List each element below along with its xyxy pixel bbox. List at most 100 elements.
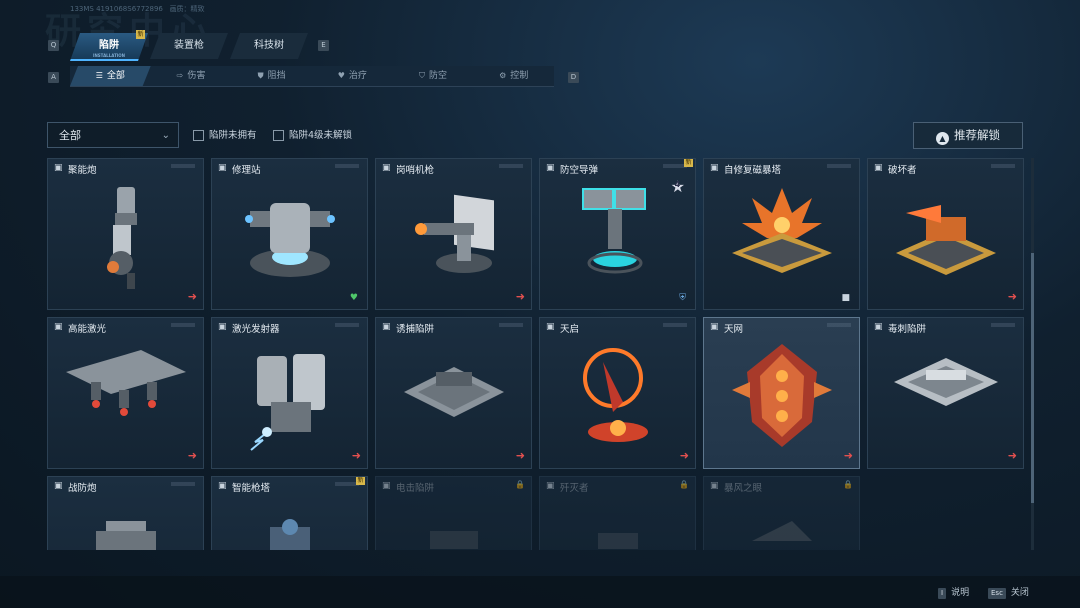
- trap-card[interactable]: ▣ 聚能炮 ➜: [47, 158, 204, 310]
- filter-control[interactable]: ⚙ 控制: [473, 66, 554, 86]
- cube-icon: ▣: [218, 163, 227, 173]
- filter-heal[interactable]: ♥ 治疗: [312, 66, 393, 86]
- trap-card[interactable]: ▣ 毒刺陷阱 ➜: [867, 317, 1024, 469]
- key-hint-e: E: [318, 40, 329, 51]
- trap-card[interactable]: ▣ 激光发射器 ➜: [211, 317, 368, 469]
- trap-grid: ▣ 聚能炮 ➜ ▣ 修理站 ♥ ▣ 岗哨机枪 ➜ ▣ 防空导弹新 ★ 4 ⛨ ▣ 自修复磁暴塔 ■ ▣ 破坏者 ➜ ▣ 高…: [47, 158, 1025, 550]
- cube-icon: ▣: [710, 322, 719, 332]
- arrow-icon: ➜: [515, 290, 525, 303]
- trap-art: [235, 183, 345, 287]
- trap-card[interactable]: ▣ 天启 ➜: [539, 317, 696, 469]
- arrow-icon: ➜: [679, 449, 689, 462]
- key-hint-d: D: [568, 72, 579, 83]
- scrollbar[interactable]: [1031, 158, 1034, 550]
- trap-card[interactable]: ▣ 诱捕陷阱 ➜: [375, 317, 532, 469]
- trap-name: 歼灭者: [560, 483, 589, 494]
- new-badge: 新: [136, 30, 145, 39]
- user-id-text: 133MS 4191068S6772896 画质：精致: [70, 5, 205, 13]
- card-tag: [827, 323, 851, 327]
- trap-card[interactable]: ▣ 岗哨机枪 ➜: [375, 158, 532, 310]
- recommend-unlock-button[interactable]: ▲ 推荐解锁: [913, 122, 1023, 149]
- trap-name: 天启: [560, 324, 580, 335]
- cube-icon: ▣: [382, 163, 391, 173]
- card-tag: [991, 323, 1015, 327]
- bottom-bar: [0, 576, 1080, 608]
- trap-name: 聚能炮: [68, 165, 97, 176]
- trap-card[interactable]: ▣ 战防炮: [47, 476, 204, 550]
- filter-damage[interactable]: ⇨ 伤害: [151, 66, 232, 86]
- arrow-icon: ➜: [187, 449, 197, 462]
- card-tag: [171, 164, 195, 168]
- key-hint-q: Q: [48, 40, 59, 51]
- trap-art: [91, 183, 161, 297]
- trap-art: [404, 501, 504, 550]
- trap-card[interactable]: ▣ 天网 ➜: [703, 317, 860, 469]
- trap-name: 电击陷阱: [396, 483, 435, 494]
- trap-card[interactable]: ▣ 防空导弹 新 ★ 4 ⛨: [539, 158, 696, 310]
- shield-icon: ⛨: [679, 293, 686, 303]
- control-icon: ⚙: [499, 71, 507, 80]
- card-tag: [171, 482, 195, 486]
- trap-name: 破坏者: [888, 165, 917, 176]
- arrow-icon: ➜: [351, 449, 361, 462]
- filter-block[interactable]: ⛊ 阻挡: [231, 66, 312, 86]
- cube-icon: ▣: [54, 322, 63, 332]
- checkbox-lv4-locked[interactable]: 陷阱4级未解锁: [273, 129, 352, 142]
- card-tag: [335, 323, 359, 327]
- damage-icon: ⇨: [176, 71, 184, 80]
- trap-name: 防空导弹: [560, 165, 599, 176]
- trap-name: 毒刺陷阱: [888, 324, 927, 335]
- card-tag: [499, 323, 523, 327]
- category-dropdown[interactable]: 全部 ⌄: [47, 122, 179, 148]
- help-hint[interactable]: I 说明: [938, 587, 969, 599]
- cube-icon: ▣: [710, 163, 719, 173]
- trap-card[interactable]: ▣ 暴风之眼 🔒: [703, 476, 860, 550]
- arrow-icon: ➜: [187, 290, 197, 303]
- new-badge: 新: [356, 477, 365, 485]
- arrow-icon: ➜: [1007, 290, 1017, 303]
- trap-card[interactable]: ▣ 电击陷阱 🔒: [375, 476, 532, 550]
- trap-name: 岗哨机枪: [396, 165, 435, 176]
- block-icon: ⛊: [257, 71, 264, 80]
- list-icon: ☰: [95, 71, 103, 80]
- trap-art: [732, 501, 832, 550]
- card-tag: [499, 164, 523, 168]
- trap-card[interactable]: ▣ 自修复磁暴塔 ■: [703, 158, 860, 310]
- thumbs-up-icon: ▲: [936, 132, 949, 145]
- tab-device-guns[interactable]: 装置枪: [150, 33, 228, 59]
- key-hint-a: A: [48, 72, 59, 83]
- cube-icon: ▣: [54, 481, 63, 491]
- new-badge: 新: [684, 159, 693, 167]
- trap-art: [722, 183, 842, 287]
- close-hint[interactable]: Esc 关闭: [988, 587, 1029, 599]
- card-tag: [335, 164, 359, 168]
- trap-card[interactable]: ▣ 修理站 ♥: [211, 158, 368, 310]
- trap-name: 高能激光: [68, 324, 107, 335]
- arrow-icon: ➜: [843, 449, 853, 462]
- main-tabs: 陷阱 INSTALLATION 装置枪 科技树: [70, 33, 310, 59]
- trap-art: [563, 183, 673, 287]
- tab-tech-tree[interactable]: 科技树: [230, 33, 308, 59]
- card-tag: [827, 164, 851, 168]
- trap-art: [731, 342, 832, 456]
- cube-icon: ▣: [546, 481, 555, 491]
- filter-anti-air[interactable]: ⛉ 防空: [393, 66, 474, 86]
- checkbox-not-owned[interactable]: 陷阱未拥有: [193, 129, 257, 142]
- filter-all[interactable]: ☰ 全部: [70, 66, 151, 86]
- heal-icon: ♥: [337, 71, 345, 80]
- trap-card[interactable]: ▣ 破坏者 ➜: [867, 158, 1024, 310]
- trap-card[interactable]: ▣ 智能枪塔 新: [211, 476, 368, 550]
- trap-card[interactable]: ▣ 歼灭者 🔒: [539, 476, 696, 550]
- heart-icon: ♥: [349, 293, 358, 303]
- trap-art: [240, 501, 340, 550]
- checkbox-box: [273, 130, 284, 141]
- chevron-down-icon: ⌄: [161, 130, 170, 141]
- trap-art: [568, 501, 668, 550]
- trap-card[interactable]: ▣ 高能激光 ➜: [47, 317, 204, 469]
- trap-name: 战防炮: [68, 483, 97, 494]
- scrollbar-thumb[interactable]: [1031, 253, 1034, 503]
- arrow-icon: ➜: [515, 449, 525, 462]
- trap-art: [399, 183, 509, 287]
- trap-name: 自修复磁暴塔: [724, 165, 782, 176]
- star-level-icon: ★ 4: [670, 177, 685, 196]
